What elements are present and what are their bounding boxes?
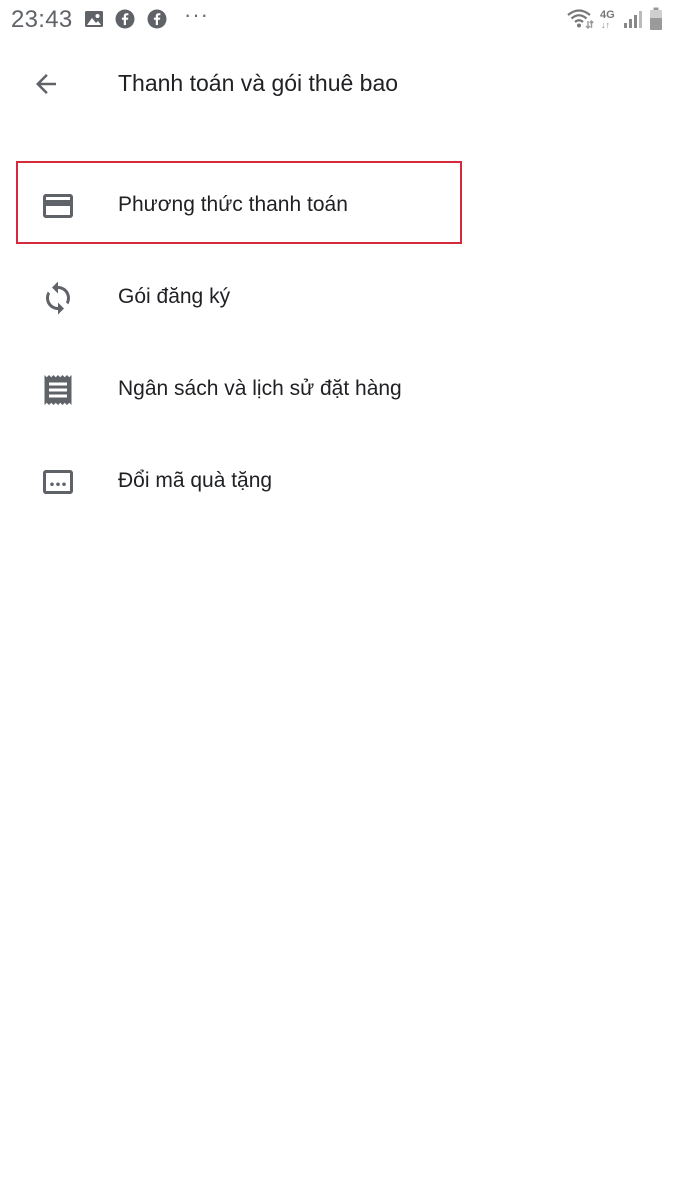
network-arrows: ↓↑ bbox=[601, 20, 610, 30]
page-title: Thanh toán và gói thuê bao bbox=[118, 70, 399, 96]
menu-item-label: Đổi mã quà tặng bbox=[118, 469, 273, 492]
sync-icon bbox=[36, 278, 80, 318]
screen: 23:43 ··· 4G ↓↑ Thanh toán và gói thuê b… bbox=[0, 0, 675, 1200]
menu-item-payment-methods[interactable]: Phương thức thanh toán bbox=[0, 160, 675, 252]
arrow-back-icon bbox=[31, 69, 61, 99]
app-bar: Thanh toán và gói thuê bao bbox=[0, 50, 675, 122]
menu-item-subscriptions[interactable]: Gói đăng ký bbox=[0, 252, 675, 344]
facebook-icon bbox=[147, 9, 167, 34]
status-time: 23:43 bbox=[11, 6, 73, 33]
menu-item-label: Phương thức thanh toán bbox=[118, 193, 348, 216]
battery-icon bbox=[649, 7, 663, 36]
status-bar: 23:43 ··· 4G ↓↑ bbox=[0, 0, 675, 40]
image-icon bbox=[84, 10, 104, 33]
menu-item-label: Ngân sách và lịch sử đặt hàng bbox=[118, 377, 402, 400]
menu-item-budget-order-history[interactable]: Ngân sách và lịch sử đặt hàng bbox=[0, 344, 675, 436]
more-notifications-icon: ··· bbox=[184, 2, 209, 27]
receipt-icon bbox=[36, 370, 80, 410]
facebook-icon bbox=[115, 9, 135, 34]
back-button[interactable] bbox=[24, 62, 68, 106]
redeem-code-icon bbox=[36, 462, 80, 502]
menu-item-redeem-gift-code[interactable]: Đổi mã quà tặng bbox=[0, 436, 675, 528]
wifi-icon bbox=[566, 8, 594, 35]
menu-item-label: Gói đăng ký bbox=[118, 285, 231, 308]
credit-card-icon bbox=[36, 186, 80, 226]
signal-icon bbox=[623, 10, 643, 33]
